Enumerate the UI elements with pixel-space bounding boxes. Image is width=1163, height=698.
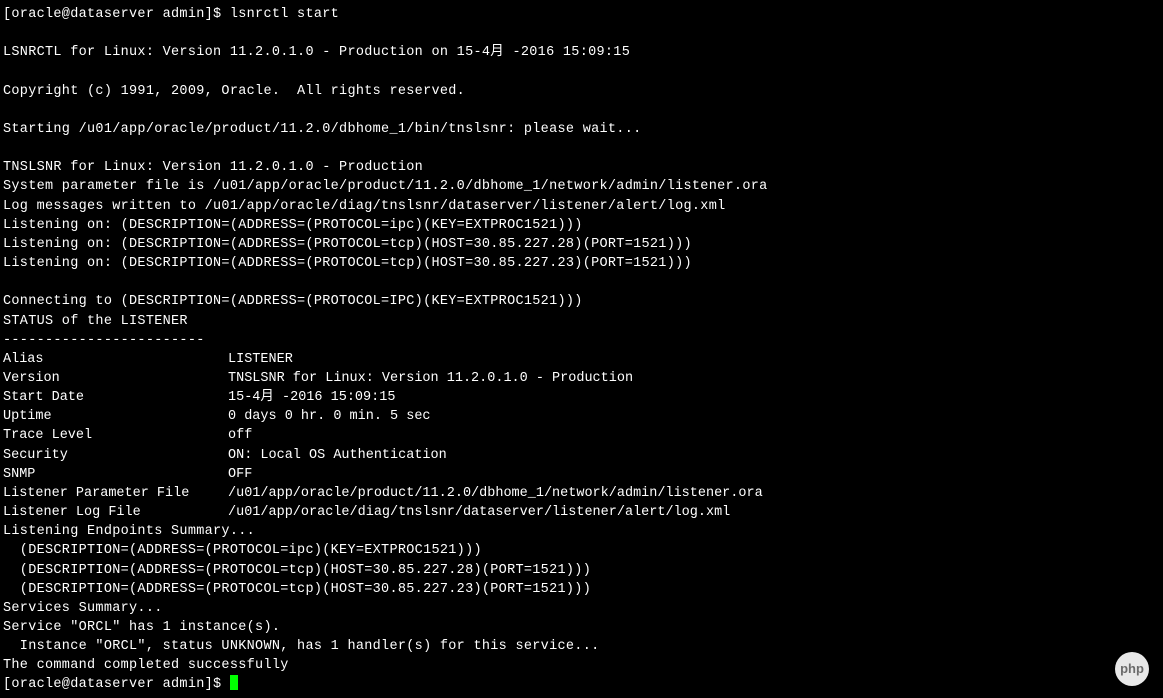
status-key: SNMP [3, 465, 228, 484]
cursor-block[interactable] [230, 675, 239, 690]
shell-prompt: [oracle@dataserver admin]$ [3, 5, 230, 24]
blank [3, 24, 1160, 43]
status-value: /u01/app/oracle/diag/tnslsnr/dataserver/… [228, 503, 730, 522]
status-value: 15-4月 -2016 15:09:15 [228, 388, 395, 407]
status-value: off [228, 426, 252, 445]
badge-text: php [1120, 660, 1144, 678]
blank [3, 273, 1160, 292]
endpoint-ipc: (DESCRIPTION=(ADDRESS=(PROTOCOL=ipc)(KEY… [3, 541, 1160, 560]
endpoint-tcp-1: (DESCRIPTION=(ADDRESS=(PROTOCOL=tcp)(HOS… [3, 561, 1160, 580]
blank [3, 101, 1160, 120]
status-value: OFF [228, 465, 252, 484]
command-completed: The command completed successfully [3, 656, 1160, 675]
services-summary-header: Services Summary... [3, 599, 1160, 618]
status-key: Security [3, 446, 228, 465]
status-key: Uptime [3, 407, 228, 426]
status-security: Security ON: Local OS Authentication [3, 446, 1160, 465]
terminal-output[interactable]: [oracle@dataserver admin]$ lsnrctl start… [3, 5, 1160, 695]
status-trace-level: Trace Level off [3, 426, 1160, 445]
lsnrctl-version: LSNRCTL for Linux: Version 11.2.0.1.0 - … [3, 43, 1160, 62]
status-key: Version [3, 369, 228, 388]
system-parameter-file: System parameter file is /u01/app/oracle… [3, 177, 1160, 196]
status-header: STATUS of the LISTENER [3, 312, 1160, 331]
status-log-file: Listener Log File /u01/app/oracle/diag/t… [3, 503, 1160, 522]
starting-message: Starting /u01/app/oracle/product/11.2.0/… [3, 120, 1160, 139]
blank [3, 62, 1160, 81]
status-key: Listener Log File [3, 503, 228, 522]
endpoints-summary-header: Listening Endpoints Summary... [3, 522, 1160, 541]
status-value: TNSLSNR for Linux: Version 11.2.0.1.0 - … [228, 369, 633, 388]
status-uptime: Uptime 0 days 0 hr. 0 min. 5 sec [3, 407, 1160, 426]
connecting-to: Connecting to (DESCRIPTION=(ADDRESS=(PRO… [3, 292, 1160, 311]
log-messages-path: Log messages written to /u01/app/oracle/… [3, 197, 1160, 216]
listening-on-tcp-1: Listening on: (DESCRIPTION=(ADDRESS=(PRO… [3, 235, 1160, 254]
status-key: Trace Level [3, 426, 228, 445]
instance-orcl: Instance "ORCL", status UNKNOWN, has 1 h… [3, 637, 1160, 656]
status-value: 0 days 0 hr. 0 min. 5 sec [228, 407, 431, 426]
shell-prompt: [oracle@dataserver admin]$ [3, 675, 230, 694]
listening-on-tcp-2: Listening on: (DESCRIPTION=(ADDRESS=(PRO… [3, 254, 1160, 273]
php-badge: php [1115, 652, 1149, 686]
status-key: Alias [3, 350, 228, 369]
tnslsnr-version: TNSLSNR for Linux: Version 11.2.0.1.0 - … [3, 158, 1160, 177]
status-snmp: SNMP OFF [3, 465, 1160, 484]
endpoint-tcp-2: (DESCRIPTION=(ADDRESS=(PROTOCOL=tcp)(HOS… [3, 580, 1160, 599]
status-start-date: Start Date 15-4月 -2016 15:09:15 [3, 388, 1160, 407]
blank [3, 139, 1160, 158]
status-key: Start Date [3, 388, 228, 407]
status-value: ON: Local OS Authentication [228, 446, 447, 465]
service-orcl: Service "ORCL" has 1 instance(s). [3, 618, 1160, 637]
status-value: /u01/app/oracle/product/11.2.0/dbhome_1/… [228, 484, 763, 503]
status-parameter-file: Listener Parameter File /u01/app/oracle/… [3, 484, 1160, 503]
status-key: Listener Parameter File [3, 484, 228, 503]
separator-dashes: ------------------------ [3, 331, 1160, 350]
copyright: Copyright (c) 1991, 2009, Oracle. All ri… [3, 82, 1160, 101]
status-value: LISTENER [228, 350, 293, 369]
listening-on-ipc: Listening on: (DESCRIPTION=(ADDRESS=(PRO… [3, 216, 1160, 235]
command-input: lsnrctl start [230, 5, 339, 24]
status-version: Version TNSLSNR for Linux: Version 11.2.… [3, 369, 1160, 388]
status-alias: Alias LISTENER [3, 350, 1160, 369]
